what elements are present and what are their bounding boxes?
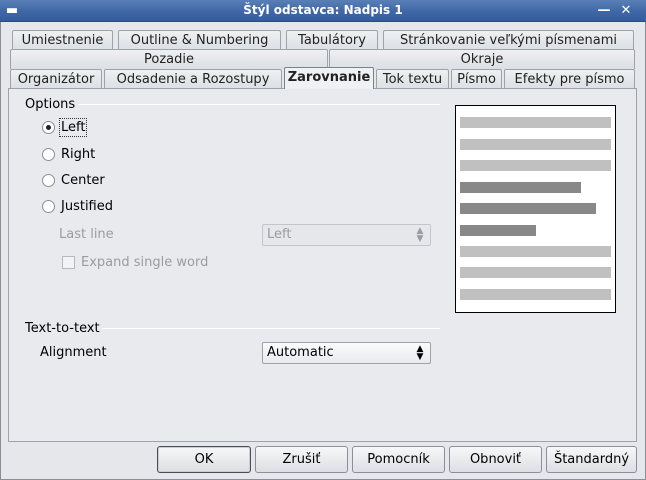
preview-line-gray <box>460 289 611 300</box>
dropdown-arrows-icon: ▲ ▼ <box>416 344 424 362</box>
text-to-text-group-label: Text-to-text <box>25 321 100 336</box>
preview-line-gray <box>460 139 611 150</box>
radio-right-indicator[interactable] <box>42 147 55 161</box>
preview-line-dark <box>460 203 596 214</box>
last-line-value: Left <box>267 227 292 242</box>
last-line-label: Last line <box>59 227 114 242</box>
radio-left-indicator[interactable] <box>42 120 55 134</box>
radio-left[interactable]: Left <box>42 117 88 137</box>
radio-left-label: Left <box>58 117 88 137</box>
alignment-label: Alignment <box>40 345 107 360</box>
tab-zarovnanie[interactable]: Zarovnanie <box>284 67 374 89</box>
tab-tabulatory[interactable]: Tabulátory <box>286 30 378 50</box>
expand-checkbox-box[interactable] <box>62 255 75 269</box>
tab-okraje[interactable]: Okraje <box>329 49 635 69</box>
tab-efekty[interactable]: Efekty pre písmo <box>504 69 635 89</box>
preview-line-dark <box>460 225 536 236</box>
radio-justified-indicator[interactable] <box>42 199 55 213</box>
spin-arrows-icon: ▲ ▼ <box>416 226 424 244</box>
text-to-text-separator <box>102 328 440 329</box>
minimize-icon[interactable]: — <box>596 3 612 19</box>
standard-button[interactable]: Štandardný <box>546 446 637 473</box>
expand-single-word-label: Expand single word <box>81 254 209 270</box>
window-title: Štýl odstavca: Nadpis 1 <box>243 3 403 17</box>
last-line-select[interactable]: Left ▲ ▼ <box>262 224 431 246</box>
tab-strankovanie[interactable]: Stránkovanie veľkými písmenami <box>383 30 634 50</box>
tab-odsadenie[interactable]: Odsadenie a Rozostupy <box>104 69 282 89</box>
cancel-button[interactable]: Zrušiť <box>255 446 348 473</box>
ok-button[interactable]: OK <box>157 446 251 473</box>
tab-pismo[interactable]: Písmo <box>451 69 502 89</box>
radio-right[interactable]: Right <box>42 144 95 164</box>
tab-pozadie[interactable]: Pozadie <box>10 49 328 69</box>
close-icon[interactable]: ✕ <box>618 3 634 19</box>
options-group-label: Options <box>25 97 76 112</box>
preview-line-gray <box>460 267 611 278</box>
preview-line-gray <box>460 160 611 171</box>
tab-organizator[interactable]: Organizátor <box>10 69 102 89</box>
tab-outline-numbering[interactable]: Outline & Numbering <box>118 30 281 50</box>
alignment-value: Automatic <box>267 345 334 360</box>
radio-justified-label: Justified <box>61 198 113 214</box>
tab-umiestnenie[interactable]: Umiestnenie <box>12 30 113 50</box>
title-bar: ▬ Štýl odstavca: Nadpis 1 — ✕ <box>0 0 646 22</box>
reset-button[interactable]: Obnoviť <box>449 446 542 473</box>
preview-line-dark <box>460 182 581 193</box>
radio-center-indicator[interactable] <box>42 173 55 187</box>
radio-center-label: Center <box>61 172 105 188</box>
help-button[interactable]: Pomocník <box>352 446 445 473</box>
tab-tok-textu[interactable]: Tok textu <box>376 69 449 89</box>
radio-justified[interactable]: Justified <box>42 196 113 216</box>
expand-single-word-checkbox[interactable]: Expand single word <box>62 252 208 272</box>
radio-right-label: Right <box>61 146 96 162</box>
options-separator <box>78 104 440 105</box>
alignment-select[interactable]: Automatic ▲ ▼ <box>262 342 431 364</box>
preview-line-gray <box>460 246 611 257</box>
alignment-preview <box>455 105 616 313</box>
preview-line-gray <box>460 117 611 128</box>
radio-center[interactable]: Center <box>42 170 105 190</box>
